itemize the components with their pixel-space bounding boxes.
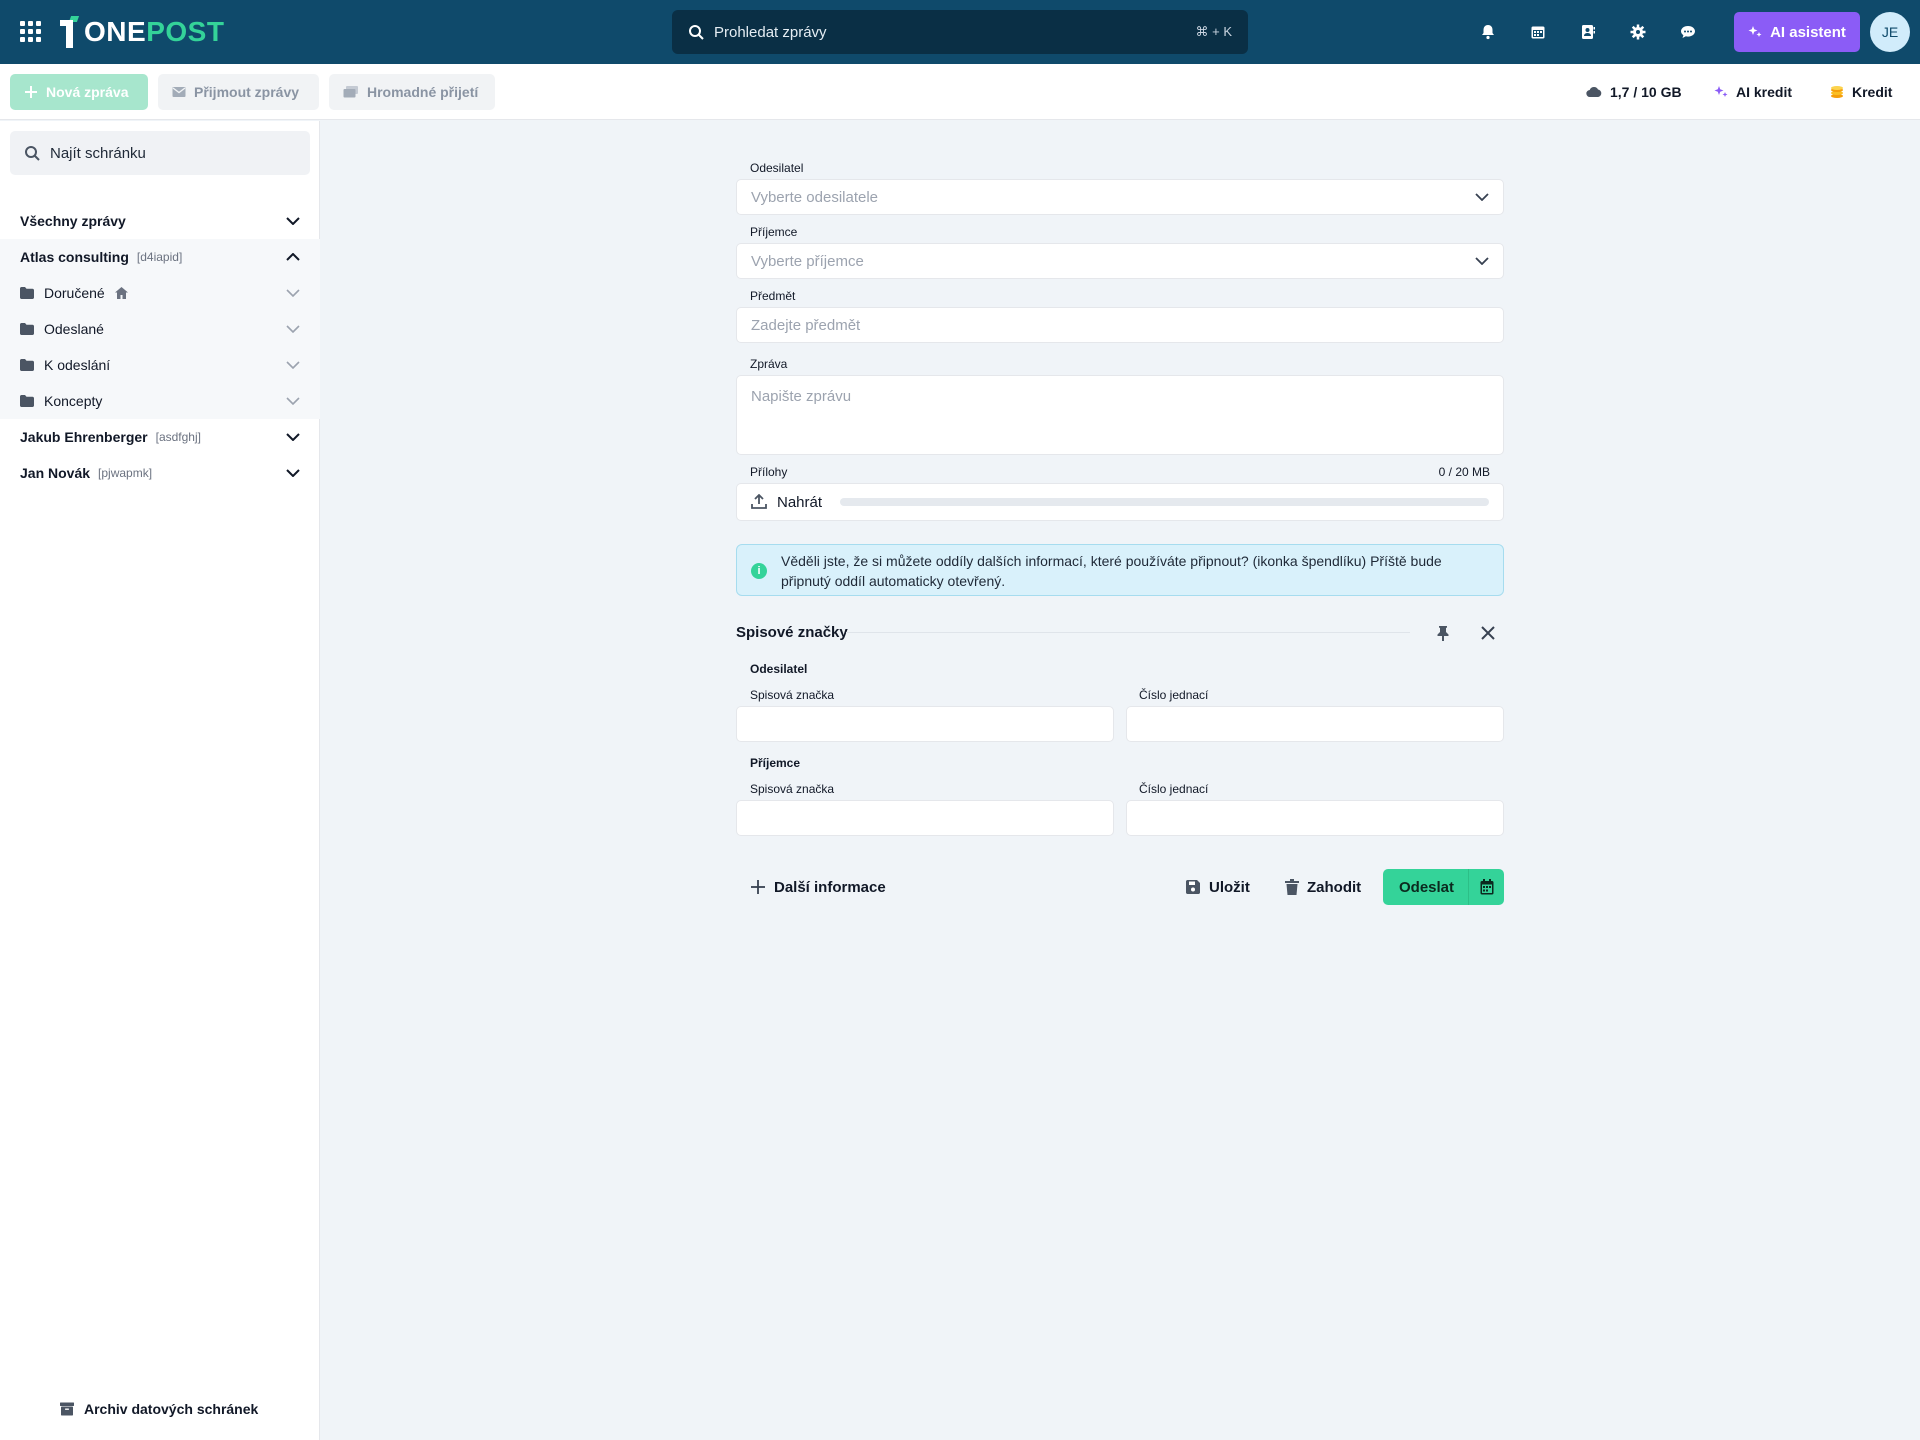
mailbox-search-input[interactable]: Najít schránku	[10, 131, 310, 175]
sparkle-icon	[1714, 86, 1728, 97]
sidebar-mailbox-atlas[interactable]: Atlas consulting [d4iapid]	[0, 239, 320, 275]
chevron-down-icon[interactable]	[286, 361, 300, 369]
archive-box-icon	[60, 1402, 74, 1416]
chevron-down-icon	[286, 433, 300, 441]
subject-input[interactable]: Zadejte předmět	[736, 307, 1504, 343]
logo[interactable]: ONE POST	[58, 14, 224, 50]
search-icon	[25, 146, 40, 161]
plus-icon	[751, 880, 765, 894]
ai-credit-button[interactable]: AI kredit	[1714, 64, 1792, 120]
envelopes-icon	[343, 86, 358, 98]
sender-file-mark-label: Spisová značka	[750, 688, 835, 702]
sender-label: Odesilatel	[750, 161, 804, 175]
avatar[interactable]: JE	[1870, 12, 1910, 52]
ref-sender-heading: Odesilatel	[750, 662, 808, 676]
info-banner: i Věděli jste, že si můžete oddíly další…	[736, 544, 1504, 596]
sidebar-item-all-messages[interactable]: Všechny zprávy	[0, 203, 320, 239]
recipient-ref-number-label: Číslo jednací	[1139, 782, 1209, 796]
search-placeholder: Prohledat zprávy	[714, 23, 827, 41]
search-shortcut: ⌘ + K	[1195, 24, 1233, 39]
schedule-calendar-icon[interactable]	[1468, 869, 1504, 905]
recipient-file-mark-label: Spisová značka	[750, 782, 835, 796]
recipient-file-mark-input[interactable]	[736, 800, 1114, 836]
send-button[interactable]: Odeslat	[1383, 869, 1504, 905]
save-button[interactable]: Uložit	[1185, 869, 1250, 905]
chevron-down-icon[interactable]	[286, 325, 300, 333]
subject-label: Předmět	[750, 289, 796, 303]
recipient-ref-number-input[interactable]	[1126, 800, 1504, 836]
ref-recipient-heading: Příjemce	[750, 756, 801, 770]
reference-section-title: Spisové značky	[736, 624, 848, 641]
close-icon[interactable]	[1478, 623, 1498, 643]
folder-icon	[20, 287, 34, 299]
sender-file-mark-input[interactable]	[736, 706, 1114, 742]
apps-grid-icon[interactable]	[20, 20, 41, 42]
chevron-down-icon[interactable]	[286, 289, 300, 297]
search-input[interactable]: Prohledat zprávy ⌘ + K	[672, 10, 1248, 54]
bell-icon[interactable]	[1476, 20, 1500, 44]
contacts-icon[interactable]	[1576, 20, 1600, 44]
discard-button[interactable]: Zahodit	[1285, 869, 1361, 905]
envelope-icon	[172, 87, 186, 97]
pin-icon[interactable]	[1433, 623, 1453, 643]
credit-button[interactable]: Kredit	[1830, 64, 1892, 120]
chevron-down-icon[interactable]	[286, 397, 300, 405]
upload-button[interactable]: Nahrát	[736, 483, 1504, 521]
sender-ref-number-label: Číslo jednací	[1139, 688, 1209, 702]
folder-icon	[20, 359, 34, 371]
top-bar: ONE POST Prohledat zprávy ⌘ + K AI asiste…	[0, 0, 1920, 64]
folder-icon	[20, 395, 34, 407]
sidebar-mailbox-ehrenberger[interactable]: Jakub Ehrenberger [asdfghj]	[0, 419, 320, 455]
attachments-size: 0 / 20 MB	[1438, 465, 1490, 479]
message-textarea[interactable]: Napište zprávu	[736, 375, 1504, 455]
cloud-icon	[1586, 86, 1602, 98]
calendar-icon[interactable]	[1526, 20, 1550, 44]
chevron-down-icon	[286, 217, 300, 225]
sidebar-mailbox-novak[interactable]: Jan Novák [pjwapmk]	[0, 455, 320, 491]
sidebar: Najít schránku Všechny zprávy Atlas cons…	[0, 121, 320, 1440]
sidebar-folder-sent[interactable]: Odeslané	[0, 311, 320, 347]
floppy-disk-icon	[1186, 880, 1200, 894]
attachments-progress-bar	[840, 498, 1489, 506]
sparkle-icon	[1748, 26, 1762, 37]
logo-mark-icon	[58, 16, 80, 48]
new-message-button[interactable]: Nová zpráva	[10, 74, 148, 110]
chat-icon[interactable]	[1676, 20, 1700, 44]
section-divider	[846, 632, 1410, 633]
gear-icon[interactable]	[1626, 20, 1650, 44]
folder-icon	[20, 323, 34, 335]
form-actions: Další informace Uložit Zahodit Odeslat	[736, 869, 1504, 905]
message-label: Zpráva	[750, 357, 788, 371]
coins-icon	[1831, 86, 1843, 98]
more-info-button[interactable]: Další informace	[750, 869, 886, 905]
chevron-up-icon	[286, 253, 300, 261]
bulk-receive-button[interactable]: Hromadné přijetí	[329, 74, 495, 110]
info-icon: i	[751, 563, 767, 579]
sidebar-folder-outbox[interactable]: K odeslání	[0, 347, 320, 383]
home-icon	[114, 287, 128, 299]
receive-messages-button[interactable]: Přijmout zprávy	[158, 74, 319, 110]
ai-assistant-button[interactable]: AI asistent	[1734, 12, 1860, 52]
attachments-label: Přílohy	[750, 465, 788, 479]
archive-link[interactable]: Archiv datových schránek	[60, 1401, 258, 1417]
plus-icon	[25, 86, 37, 98]
chevron-down-icon	[286, 469, 300, 477]
recipient-label: Příjemce	[750, 225, 798, 239]
sender-select[interactable]: Vyberte odesilatele	[736, 179, 1504, 215]
sender-ref-number-input[interactable]	[1126, 706, 1504, 742]
trash-icon	[1285, 879, 1299, 895]
upload-icon	[751, 494, 767, 509]
search-icon	[689, 25, 704, 40]
sidebar-folder-inbox[interactable]: Doručené	[0, 275, 320, 311]
chevron-down-icon	[1475, 257, 1489, 265]
storage-indicator[interactable]: 1,7 / 10 GB	[1586, 64, 1682, 120]
sidebar-folder-drafts[interactable]: Koncepty	[0, 383, 320, 419]
recipient-select[interactable]: Vyberte příjemce	[736, 243, 1504, 279]
toolbar: Nová zpráva Přijmout zprávy Hromadné při…	[0, 64, 1920, 120]
chevron-down-icon	[1475, 193, 1489, 201]
